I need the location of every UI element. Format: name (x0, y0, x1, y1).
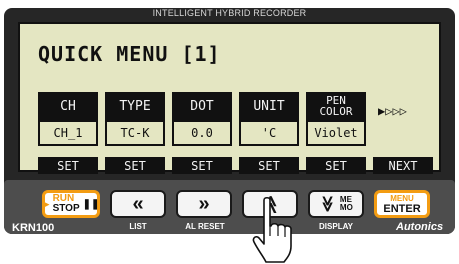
more-pages-indicator: ▶▷▷▷ (378, 104, 407, 118)
device-top-label: INTELLIGENT HYBRID RECORDER (152, 8, 307, 18)
display-label: DISPLAY (319, 222, 353, 231)
lcd-screen: QUICK MENU [1] CH CH_1 TYPE TC-K DOT 0.0… (18, 22, 441, 174)
run-stop-labels: RUN STOP (53, 194, 80, 214)
column-ch: CH CH_1 (38, 92, 98, 146)
model-label: KRN100 (12, 222, 55, 234)
column-header: TYPE (105, 92, 165, 120)
right-button[interactable]: » (176, 190, 232, 218)
play-icon: ▶ (42, 198, 50, 209)
softkey-next[interactable]: NEXT (373, 157, 433, 174)
column-dot: DOT 0.0 (172, 92, 232, 146)
column-header: CH (38, 92, 98, 120)
memo-label: ME MO (339, 195, 353, 212)
column-value: CH_1 (38, 120, 98, 146)
column-value: 0.0 (172, 120, 232, 146)
column-type: TYPE TC-K (105, 92, 165, 146)
softkey-set-3[interactable]: SET (172, 157, 232, 174)
column-header: PEN COLOR (306, 92, 366, 120)
menu-enter-button[interactable]: MENU ENTER (374, 190, 430, 218)
softkey-set-4[interactable]: SET (239, 157, 299, 174)
run-stop-button[interactable]: ▶ RUN STOP ❚❚ (42, 190, 100, 218)
column-pen-color: PEN COLOR Violet (306, 92, 366, 146)
down-memo-button[interactable]: ≫ ME MO (308, 190, 364, 218)
menu-enter-labels: MENU ENTER (383, 194, 421, 215)
left-button[interactable]: « (110, 190, 166, 218)
softkey-set-2[interactable]: SET (105, 157, 165, 174)
column-value: Violet (306, 120, 366, 146)
down-double-chevron-icon: ≫ (318, 195, 336, 213)
softkey-set-5[interactable]: SET (306, 157, 366, 174)
column-header: UNIT (239, 92, 299, 120)
run-stop-content: ▶ RUN STOP ❚❚ (43, 194, 100, 214)
column-unit: UNIT 'C (239, 92, 299, 146)
stop-label: STOP (52, 203, 80, 214)
softkey-set-1[interactable]: SET (38, 157, 98, 174)
pause-icon: ❚❚ (82, 198, 100, 210)
column-value: TC-K (105, 120, 165, 146)
brand-logo: Autonics (396, 221, 444, 233)
screen-title: QUICK MENU [1] (38, 42, 221, 66)
enter-label: ENTER (383, 203, 421, 215)
column-header: DOT (172, 92, 232, 120)
column-value: 'C (239, 120, 299, 146)
list-label: LIST (129, 222, 147, 231)
al-reset-label: AL RESET (185, 222, 225, 231)
pointing-hand-icon (252, 196, 292, 263)
